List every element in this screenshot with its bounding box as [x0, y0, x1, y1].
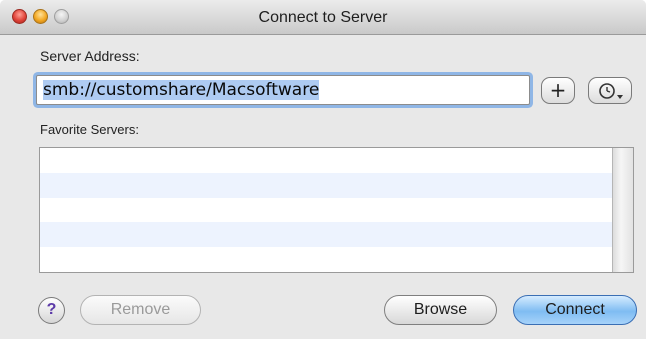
recent-servers-button[interactable]: [588, 77, 632, 104]
browse-button[interactable]: Browse: [384, 295, 497, 325]
remove-button[interactable]: Remove: [80, 295, 201, 325]
list-item[interactable]: [40, 222, 633, 248]
help-label: ?: [46, 301, 57, 318]
list-item[interactable]: [40, 198, 633, 223]
favorite-servers-list[interactable]: [39, 147, 634, 273]
server-address-field[interactable]: smb://customshare/Macsoftware: [36, 75, 530, 105]
window-title: Connect to Server: [258, 9, 388, 26]
help-button[interactable]: ?: [38, 297, 65, 324]
connect-to-server-window: Connect to Server Server Address: smb://…: [0, 0, 646, 339]
list-item[interactable]: [40, 172, 633, 198]
plus-label: +: [549, 78, 567, 102]
server-address-label: Server Address:: [40, 48, 140, 64]
favorite-servers-label: Favorite Servers:: [40, 122, 139, 137]
list-item[interactable]: [40, 247, 633, 272]
server-address-value: smb://customshare/Macsoftware: [43, 80, 320, 100]
vertical-scrollbar[interactable]: [612, 148, 633, 272]
title-bar: Connect to Server: [0, 0, 646, 35]
list-item[interactable]: [40, 148, 633, 173]
connect-button[interactable]: Connect: [513, 295, 637, 325]
add-favorite-button[interactable]: +: [541, 77, 575, 104]
clock-icon: [599, 83, 623, 99]
